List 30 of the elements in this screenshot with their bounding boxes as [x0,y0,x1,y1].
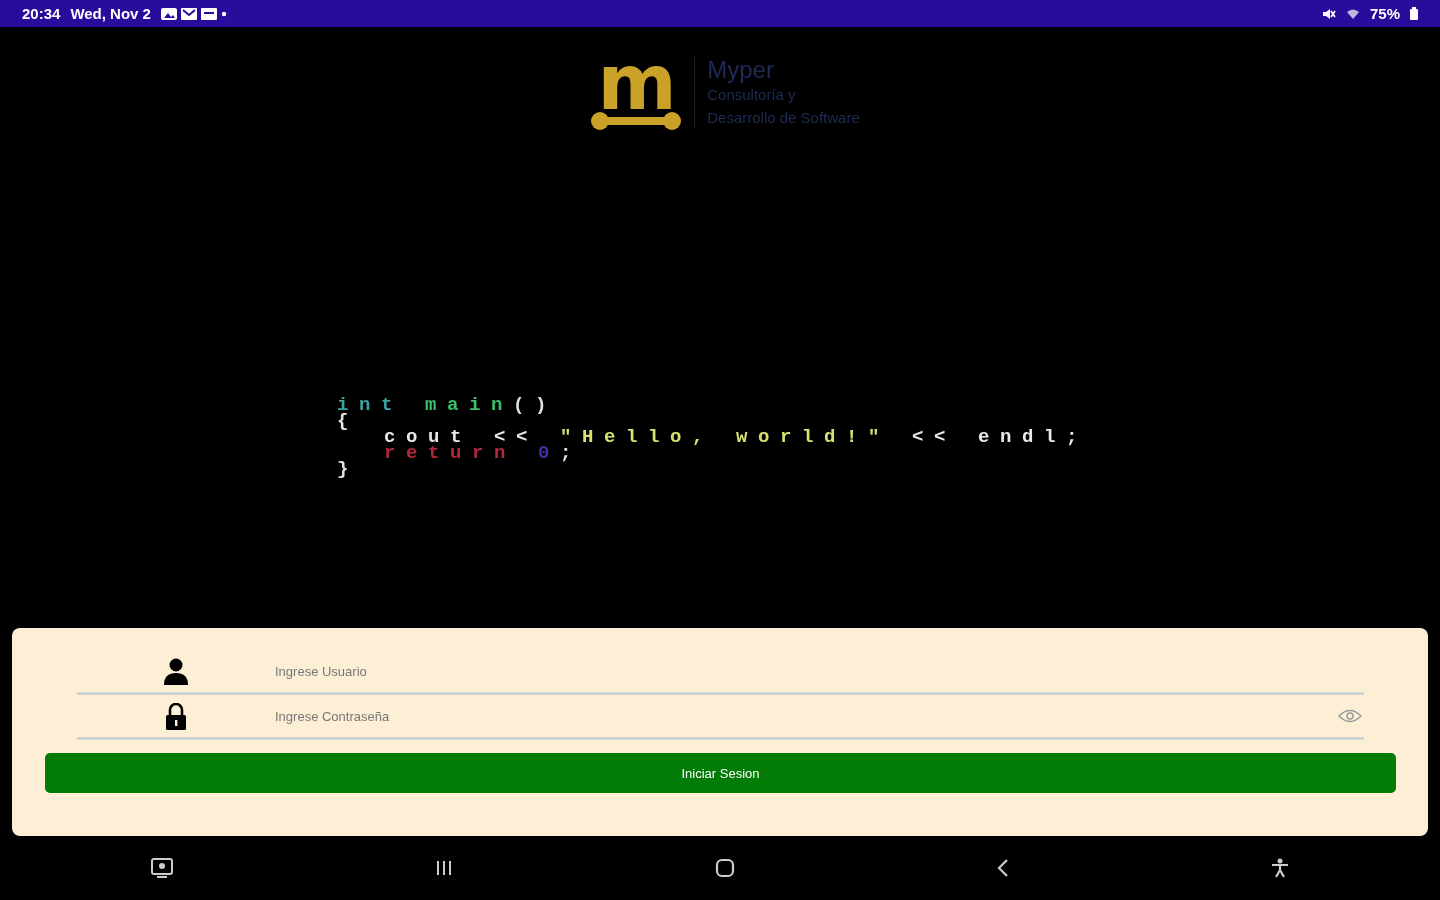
more-notifications-icon [220,10,227,17]
username-field[interactable]: Ingrese Usuario [275,656,1364,686]
company-tagline: Desarrollo de Software [707,108,860,128]
message-notification-icon [200,7,217,20]
wifi-icon [1345,7,1360,20]
logo-bar-icon [590,111,683,131]
mail-notification-icon [180,7,197,20]
battery-icon [1410,7,1418,20]
login-button[interactable]: Iniciar Sesion [45,753,1396,793]
lock-icon [166,702,186,730]
accessibility-icon[interactable] [1271,858,1289,878]
company-tagline: Consultoría y [707,85,797,105]
battery-percentage: 75% [1369,5,1400,22]
code-line: } [337,461,360,477]
back-icon[interactable] [997,858,1009,878]
photo-notification-icon [160,7,177,20]
password-field[interactable]: Ingrese Contraseña [275,701,1338,731]
code-line: { [337,413,360,429]
user-icon [164,657,188,685]
code-line: cout << "Hello, world!" << endl; [383,429,1089,445]
recent-apps-icon[interactable] [435,860,453,876]
screenshot-icon[interactable] [151,858,173,878]
clock: 20:34 [22,5,61,22]
code-line: int main() [337,397,559,413]
company-name: Myper [707,57,775,83]
code-line: return 0; [383,445,583,461]
date: Wed, Nov 2 [70,5,151,22]
mute-icon [1321,7,1336,20]
logo-letter: m [597,55,675,111]
home-icon[interactable] [715,858,735,878]
